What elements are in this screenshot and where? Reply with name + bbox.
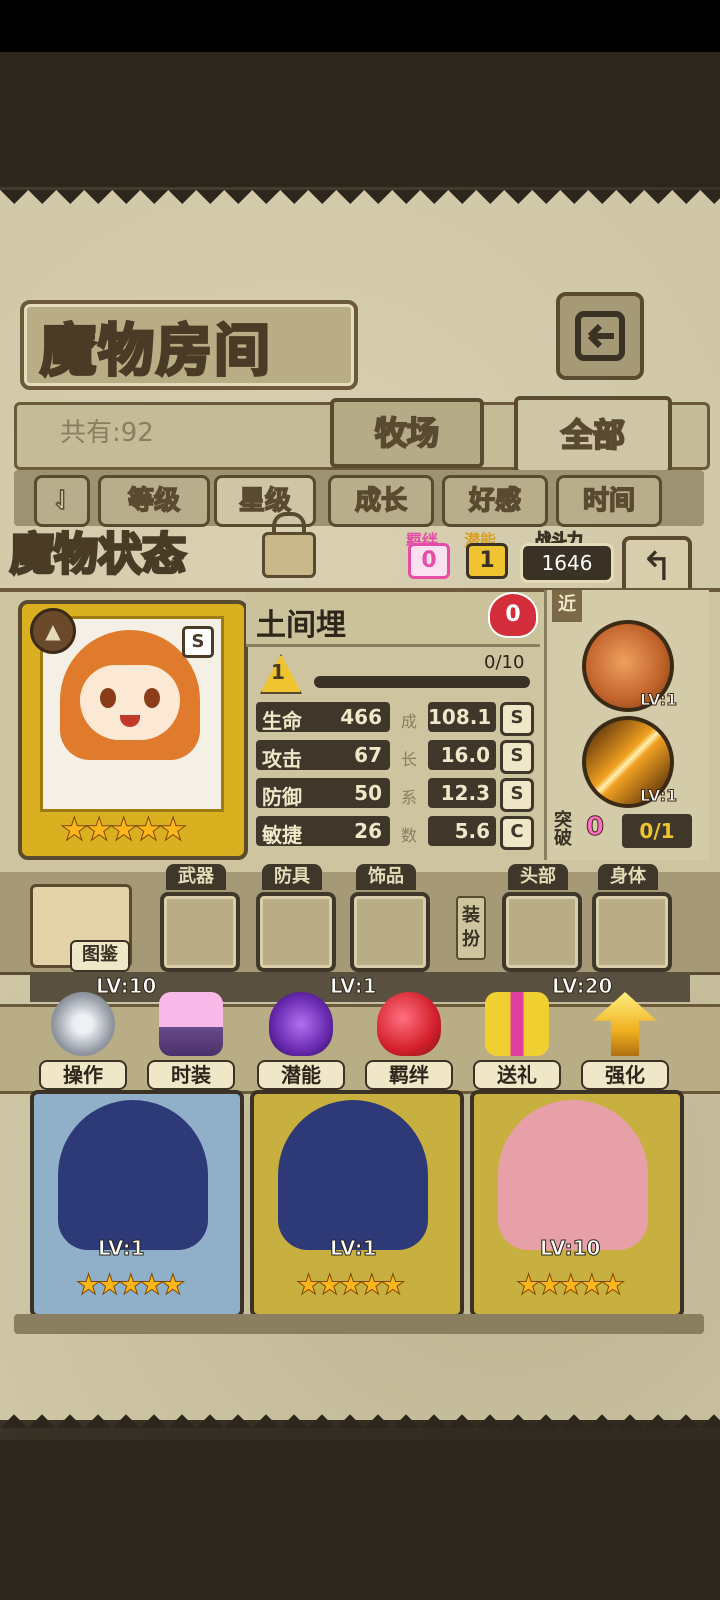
encyclopedia-button[interactable]: 图鉴 (70, 940, 130, 972)
card-character (498, 1100, 648, 1250)
growth-grade: S (500, 778, 534, 812)
growth-value: 12.3 (428, 778, 496, 808)
character-eye-left (100, 688, 116, 708)
head-slot[interactable] (502, 892, 582, 972)
back-arrow-icon: ↰ (640, 544, 674, 590)
power-value: 1646 (520, 543, 614, 583)
growth-value: 5.6 (428, 816, 496, 846)
tab-ranch[interactable]: 牧场 (330, 398, 484, 468)
monster-name: 土间埋 (256, 608, 346, 643)
stat-value: 67 (354, 743, 382, 767)
up-arrow-icon (593, 992, 657, 1056)
card-stars: ★★★★★ (76, 1268, 186, 1302)
weapon-slot[interactable] (160, 892, 240, 972)
potential-label: 潜能 (257, 1060, 345, 1090)
star-rating: ★★★★★ (59, 810, 187, 849)
slot-label-body: 身体 (598, 864, 658, 890)
bond-action-label: 羁绊 (365, 1060, 453, 1090)
card-level: LV:10 (539, 1236, 601, 1261)
page-title: 魔物房间 (39, 317, 272, 386)
lock-icon[interactable] (262, 532, 316, 578)
affection-heart-icon[interactable]: 0 (488, 592, 538, 638)
shadow-demon-icon (269, 992, 333, 1056)
sort-order-icon: ⇃ (50, 485, 73, 517)
gift-label: 送礼 (473, 1060, 561, 1090)
xp-bar (314, 676, 530, 688)
card-level: LV:1 (329, 1236, 377, 1261)
skill-2-level: LV:1 (639, 786, 678, 806)
gift-button[interactable]: 送礼 (472, 992, 562, 1096)
slot-label-armor: 防具 (262, 864, 322, 890)
fashion-label: 时装 (147, 1060, 235, 1090)
monster-count: 共有:92 (60, 418, 154, 448)
character-eye-right (144, 688, 160, 708)
body-slot[interactable] (592, 892, 672, 972)
costume-side-label: 装扮 (456, 896, 486, 960)
sort-time-button[interactable]: 时间 (556, 475, 662, 527)
xp-text: 0/10 (484, 652, 525, 673)
torn-edge-top (0, 190, 720, 218)
potential-button[interactable]: 潜能 (256, 992, 346, 1096)
stat-label: 生命 (262, 709, 302, 733)
outfit-icon (159, 992, 223, 1056)
slot-label-weapon: 武器 (166, 864, 226, 890)
status-title: 魔物状态 (9, 528, 188, 582)
card-level: LV:1 (97, 1236, 145, 1261)
list-bottom-bar (14, 1314, 704, 1334)
growth-value: 108.1 (428, 702, 496, 732)
operate-label: 操作 (39, 1060, 127, 1090)
tab-all[interactable]: 全部 (514, 396, 672, 474)
growth-value: 16.0 (428, 740, 496, 770)
growth-grade: S (500, 740, 534, 774)
card-character (58, 1100, 208, 1250)
sort-affection-button[interactable]: 好感 (442, 475, 548, 527)
card-stars: ★★★★★ (516, 1268, 626, 1302)
operate-button[interactable]: 操作 (38, 992, 128, 1096)
breakthrough-label: 突破 (554, 810, 572, 849)
character-face (80, 665, 180, 740)
slot-label-accessory: 饰品 (356, 864, 416, 890)
stat-label: 攻击 (262, 747, 302, 771)
map-background-bottom (0, 1440, 720, 1600)
growth-grade: C (500, 816, 534, 850)
potential-value: 1 (466, 543, 508, 579)
armor-slot[interactable] (256, 892, 336, 972)
slot-label-head: 头部 (508, 864, 568, 890)
rarity-badge: S (182, 626, 214, 658)
stat-value: 26 (354, 819, 382, 843)
return-icon (575, 311, 625, 361)
enhance-label: 强化 (581, 1060, 669, 1090)
breakthrough-progress[interactable]: 0/1 (622, 814, 692, 848)
stat-value: 50 (354, 781, 382, 805)
skill-1-level: LV:1 (639, 690, 678, 710)
hearts-icon (377, 992, 441, 1056)
torn-edge-bottom (0, 1400, 720, 1428)
growth-label-char: 系 (400, 788, 417, 807)
gear-icon (51, 992, 115, 1056)
gift-box-icon (485, 992, 549, 1056)
stat-label: 防御 (262, 785, 302, 809)
stat-value: 466 (340, 705, 382, 729)
return-button[interactable] (556, 292, 644, 380)
growth-label-char: 数 (400, 826, 417, 845)
enhance-button[interactable]: 强化 (580, 992, 670, 1096)
mountain-type-icon: ▲ (30, 608, 76, 654)
bond-value: 0 (408, 543, 450, 579)
card-stars: ★★★★★ (296, 1268, 406, 1302)
stat-label: 敏捷 (262, 823, 302, 847)
breakthrough-value: 0 (585, 812, 605, 843)
bond-button[interactable]: 羁绊 (364, 992, 454, 1096)
growth-label-char: 长 (400, 750, 417, 769)
accessory-slot[interactable] (350, 892, 430, 972)
range-tag: 近 (552, 590, 582, 622)
card-character (278, 1100, 428, 1250)
sort-growth-button[interactable]: 成长 (328, 475, 434, 527)
map-background-top (0, 52, 720, 187)
growth-grade: S (500, 702, 534, 736)
level-value: 1 (271, 660, 285, 684)
growth-label-char: 成 (400, 712, 417, 731)
fashion-button[interactable]: 时装 (146, 992, 236, 1096)
